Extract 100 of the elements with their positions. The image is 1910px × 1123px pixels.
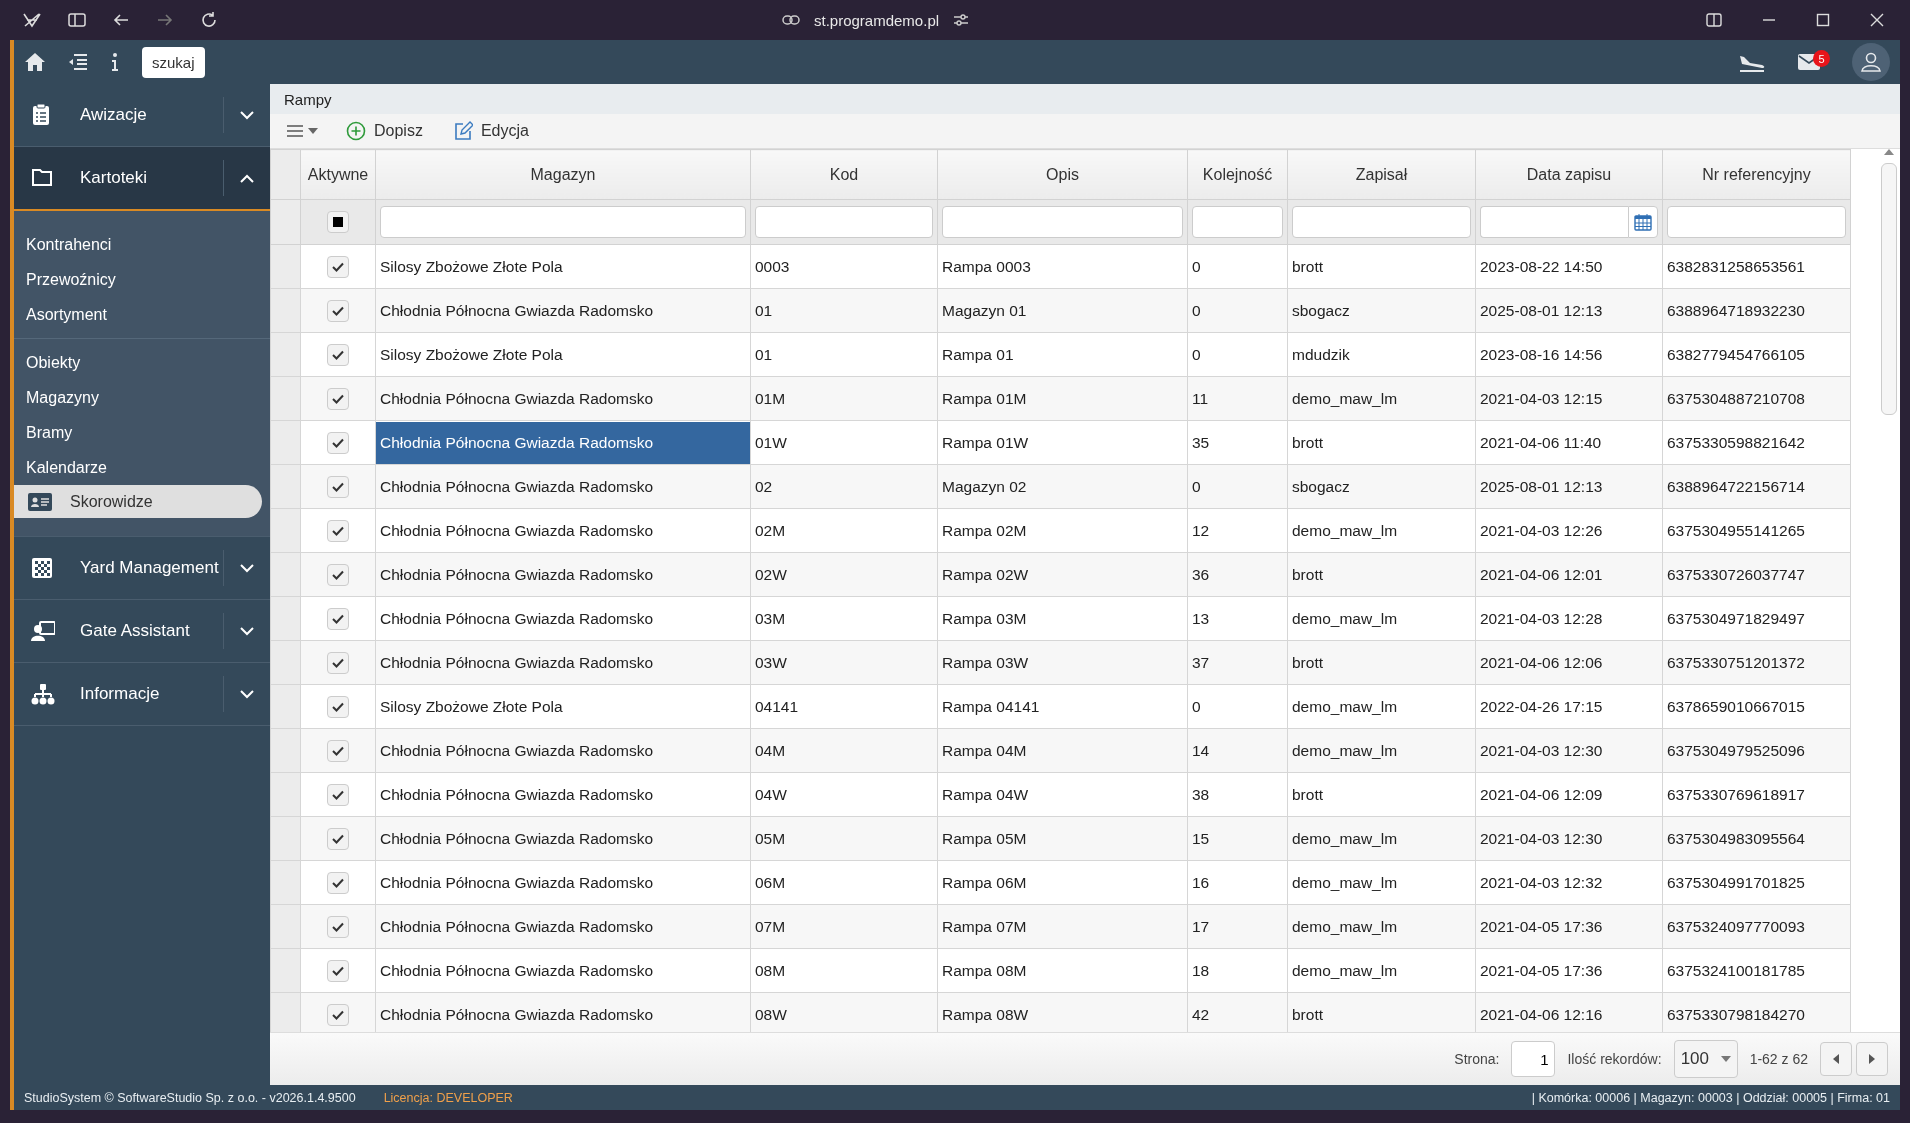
reload-icon[interactable] [200, 11, 218, 29]
table-cell: 18 [1187, 948, 1288, 993]
table-cell: 2021-04-03 12:32 [1475, 860, 1663, 905]
calendar-button[interactable] [1628, 206, 1658, 238]
filter-field[interactable] [380, 206, 746, 238]
next-page-button[interactable] [1856, 1042, 1888, 1076]
date-filter-field[interactable] [1480, 206, 1628, 238]
table-cell: 02 [750, 464, 938, 509]
checkbox[interactable] [327, 475, 349, 498]
check-icon [332, 613, 344, 624]
maximize-icon[interactable] [1816, 13, 1830, 27]
filter-field[interactable] [942, 206, 1183, 238]
column-header[interactable]: Zapisał [1287, 149, 1476, 200]
previous-page-button[interactable] [1820, 1042, 1852, 1076]
edit-button[interactable]: Edycja [448, 119, 533, 143]
table-cell: 6375330751201372 [1662, 640, 1851, 685]
column-header[interactable]: Kolejność [1187, 149, 1288, 200]
table-cell: 6375304979525096 [1662, 728, 1851, 773]
checkbox[interactable] [327, 915, 349, 938]
checkbox[interactable] [327, 739, 349, 762]
app-logo-icon[interactable] [22, 11, 42, 29]
table-cell: brott [1287, 772, 1476, 817]
filter-field[interactable] [1667, 206, 1846, 238]
collapse-menu-icon[interactable] [68, 53, 88, 71]
checkbox[interactable] [327, 783, 349, 806]
checkbox[interactable] [327, 871, 349, 894]
checkerboard-icon [31, 556, 55, 580]
add-button[interactable]: Dopisz [342, 119, 427, 143]
table-cell: sbogacz [1287, 288, 1476, 333]
notification-badge: 5 [1813, 50, 1830, 67]
presenter-icon [31, 619, 55, 643]
table-cell: 01 [750, 332, 938, 377]
filter-field[interactable] [1192, 206, 1283, 238]
record-range: 1-62 z 62 [1749, 1051, 1808, 1067]
table-cell: 2021-04-05 17:36 [1475, 948, 1663, 993]
checkbox[interactable] [327, 1003, 349, 1026]
checkbox[interactable] [327, 299, 349, 322]
checkbox[interactable] [327, 827, 349, 850]
checkbox[interactable] [327, 519, 349, 542]
checkbox[interactable] [327, 343, 349, 366]
split-view-icon[interactable] [1706, 13, 1722, 27]
table-cell: brott [1287, 244, 1476, 289]
context-info: | Komórka: 00006 | Magazyn: 00003 | Oddział: 00005 | Firma: 01 [1531, 1090, 1890, 1105]
column-header[interactable]: Magazyn [375, 149, 751, 200]
sidebar-section[interactable]: Yard Management [14, 537, 270, 600]
menu-button[interactable] [284, 122, 320, 140]
triangle-left-icon [1833, 1054, 1839, 1064]
page-field[interactable]: 1 [1511, 1041, 1556, 1077]
filter-checkbox[interactable] [327, 211, 349, 233]
sidebar-item[interactable]: Skorowidze [14, 485, 262, 518]
caret-icon [1720, 1056, 1731, 1062]
edit-icon [452, 121, 473, 141]
plus-circle-icon [346, 121, 366, 141]
sliders-icon[interactable] [953, 13, 970, 27]
sidebar-item[interactable]: Bramy [14, 415, 262, 450]
sidebar-section[interactable]: Kartoteki [14, 147, 270, 211]
sidebar-icon[interactable] [68, 12, 86, 28]
sidebar-item[interactable]: Kontrahenci [14, 227, 262, 262]
info-icon[interactable] [110, 52, 120, 72]
table-cell: 2022-04-26 17:15 [1475, 684, 1663, 729]
column-header[interactable]: Nr referencyjny [1662, 149, 1851, 200]
user-avatar[interactable] [1852, 43, 1890, 81]
sidebar-item[interactable]: Magazyny [14, 380, 262, 415]
table-cell: 36 [1187, 552, 1288, 597]
column-header[interactable]: Aktywne [300, 149, 376, 200]
table-cell: demo_maw_lm [1287, 376, 1476, 421]
checkbox[interactable] [327, 563, 349, 586]
checkbox[interactable] [327, 387, 349, 410]
checkbox[interactable] [327, 959, 349, 982]
column-header[interactable]: Data zapisu [1475, 149, 1663, 200]
checkbox[interactable] [327, 255, 349, 278]
check-icon [332, 877, 344, 888]
checkbox[interactable] [327, 651, 349, 674]
table-cell: Rampa 02M [937, 508, 1188, 553]
sidebar-item[interactable]: Asortyment [14, 297, 262, 332]
sidebar-item[interactable]: Obiekty [14, 345, 262, 380]
sidebar-item[interactable]: Przewoźnicy [14, 262, 262, 297]
table-cell: 6382779454766105 [1662, 332, 1851, 377]
close-icon[interactable] [1870, 13, 1884, 27]
table-cell: 0003 [750, 244, 938, 289]
page-size-dropdown[interactable]: 100 [1673, 1040, 1738, 1078]
sidebar-item[interactable]: Kalendarze [14, 450, 262, 485]
table-cell: 2021-04-06 11:40 [1475, 420, 1663, 465]
checkbox[interactable] [327, 607, 349, 630]
table-cell: 6375324097770093 [1662, 904, 1851, 949]
checkbox[interactable] [327, 695, 349, 718]
table-cell: Rampa 04141 [937, 684, 1188, 729]
filter-field[interactable] [755, 206, 933, 238]
home-icon[interactable] [24, 52, 46, 72]
column-header[interactable]: Kod [750, 149, 938, 200]
chevron-down-icon [240, 689, 254, 699]
column-header[interactable]: Opis [937, 149, 1188, 200]
table-cell: 02W [750, 552, 938, 597]
filter-field[interactable] [1292, 206, 1471, 238]
address-bar-url[interactable]: st.programdemo.pl [814, 11, 940, 29]
search-button[interactable]: szukaj [142, 46, 205, 78]
table-cell: 6375304955141265 [1662, 508, 1851, 553]
checkbox[interactable] [327, 431, 349, 454]
back-icon[interactable] [112, 12, 130, 28]
table-cell: Silosy Zbożowe Złote Pola [380, 345, 563, 363]
